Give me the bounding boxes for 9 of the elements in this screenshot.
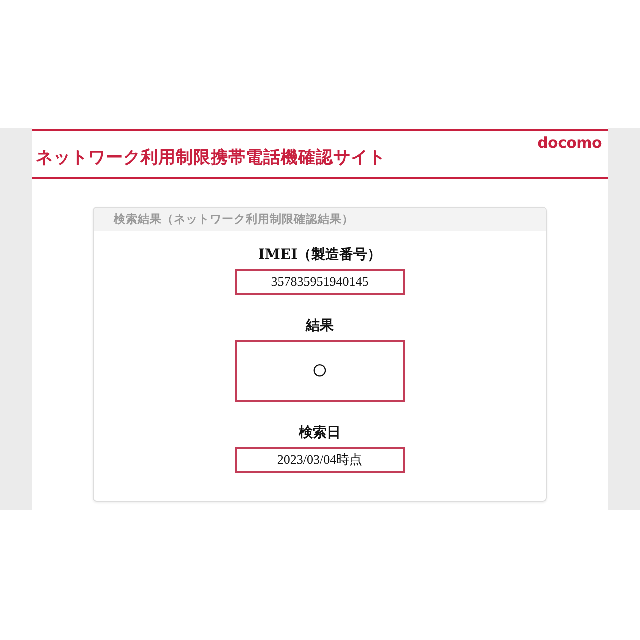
field-label: IMEI（製造番号） — [258, 246, 382, 264]
logo: docomo — [538, 134, 602, 152]
field-value: 2023/03/04時点 — [235, 447, 405, 473]
result-value: ○ — [235, 340, 405, 402]
card-title: 検索結果（ネットワーク利用制限確認結果） — [114, 212, 354, 227]
site-title: ネットワーク利用制限携帯電話機確認サイト — [36, 146, 386, 168]
field-value: 357835951940145 — [235, 269, 405, 295]
field-label: 結果 — [306, 317, 334, 335]
field-label: 検索日 — [299, 424, 341, 442]
